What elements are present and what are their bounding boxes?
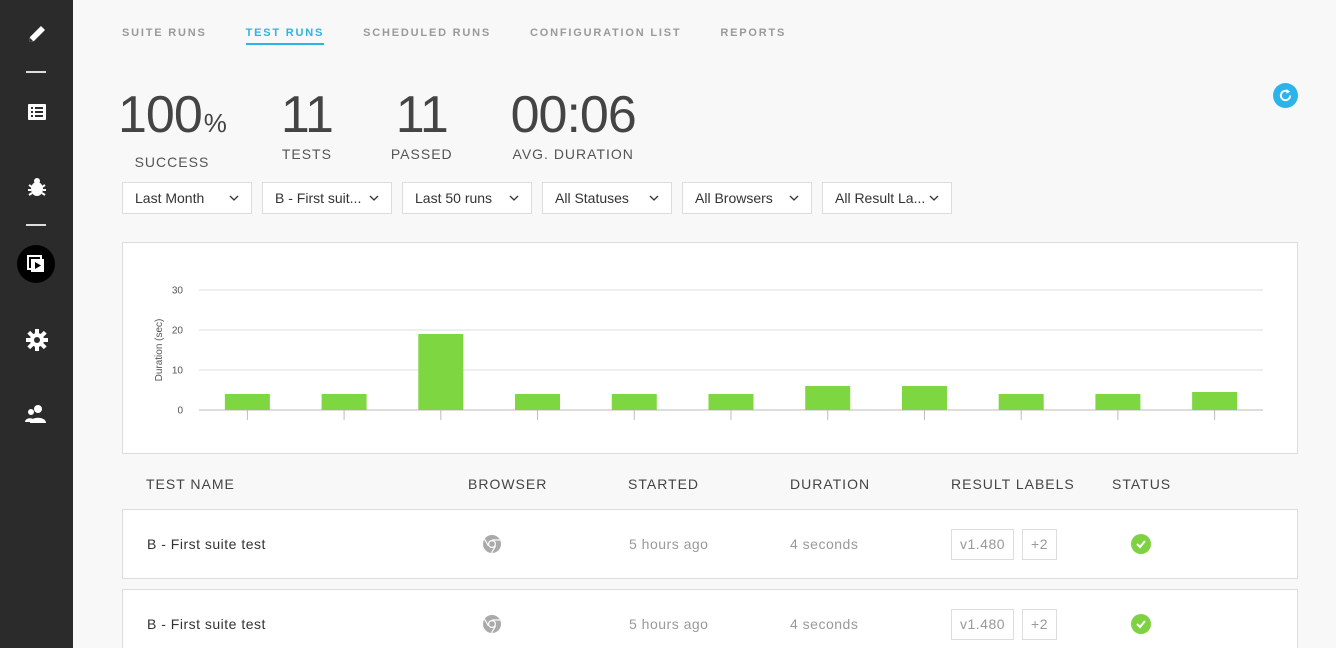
table-row[interactable]: B - First suite test 5 hours ago 4 secon…: [122, 589, 1298, 648]
refresh-icon: [1279, 88, 1292, 102]
chart-bar: [1095, 394, 1141, 410]
chevron-down-icon: [649, 195, 659, 201]
chart-bar: [901, 386, 947, 410]
y-tick-label: 10: [172, 366, 184, 377]
tab-reports[interactable]: REPORTS: [720, 27, 786, 45]
chart-bar: [708, 394, 754, 410]
sidebar-divider: [26, 224, 46, 226]
filter-suite[interactable]: B - First suit...: [262, 182, 392, 214]
status-cell: [1131, 590, 1151, 648]
y-tick-label: 30: [172, 286, 184, 297]
header-test-name[interactable]: TEST NAME: [146, 476, 235, 492]
status-cell: [1131, 510, 1151, 578]
duration-chart-svg: 0 10 20 30 Duration (sec): [154, 286, 1263, 420]
duration-value: 4 seconds: [790, 616, 859, 632]
tab-configuration-list[interactable]: CONFIGURATION LIST: [530, 27, 681, 45]
test-name[interactable]: B - First suite test: [147, 510, 266, 578]
chart-bar: [998, 394, 1044, 410]
chrome-icon: [482, 510, 502, 578]
filter-label: Last 50 runs: [415, 190, 493, 206]
filter-run-count[interactable]: Last 50 runs: [402, 182, 532, 214]
result-labels: v1.480 +2: [951, 510, 1065, 578]
check-circle-icon: [1131, 534, 1151, 554]
top-nav: SUITE RUNS TEST RUNS SCHEDULED RUNS CONF…: [122, 27, 825, 45]
stat-tests-value: 11: [280, 86, 334, 144]
chart-bar: [515, 394, 561, 410]
chart-bar: [224, 394, 270, 410]
filter-label: Last Month: [135, 190, 205, 206]
chart-bar: [805, 386, 851, 410]
duration-chart: 0 10 20 30 Duration (sec): [122, 242, 1298, 454]
filters-bar: Last Month B - First suit... Last 50 run…: [122, 182, 962, 214]
y-tick-label: 0: [177, 406, 183, 417]
header-status[interactable]: STATUS: [1112, 476, 1171, 492]
filter-label: All Browsers: [695, 190, 773, 206]
test-name[interactable]: B - First suite test: [147, 590, 266, 648]
stats-summary: 100% SUCCESS 11 TESTS 11 PASSED 00:06 AV…: [118, 86, 691, 170]
chevron-down-icon: [229, 195, 239, 201]
filter-result-labels[interactable]: All Result La...: [822, 182, 952, 214]
stat-success-label: SUCCESS: [134, 154, 210, 170]
filter-browser[interactable]: All Browsers: [682, 182, 812, 214]
success-unit: %: [203, 108, 227, 138]
success-number: 100: [118, 86, 203, 144]
stat-tests-label: TESTS: [281, 146, 332, 162]
table-header: TEST NAME BROWSER STARTED DURATION RESUL…: [122, 476, 1298, 496]
refresh-button[interactable]: [1273, 83, 1298, 108]
stat-duration-label: AVG. DURATION: [512, 146, 634, 162]
duration-value: 4 seconds: [790, 536, 859, 552]
chevron-down-icon: [929, 195, 939, 201]
chevron-down-icon: [369, 195, 379, 201]
stat-success-value: 100%: [118, 86, 227, 152]
header-result-labels[interactable]: RESULT LABELS: [951, 476, 1075, 492]
filter-status[interactable]: All Statuses: [542, 182, 672, 214]
started-time: 5 hours ago: [629, 536, 709, 552]
header-duration[interactable]: DURATION: [790, 476, 870, 492]
filter-date-range[interactable]: Last Month: [122, 182, 252, 214]
bug-icon[interactable]: [0, 167, 73, 207]
users-icon[interactable]: [0, 394, 73, 434]
tab-test-runs[interactable]: TEST RUNS: [245, 27, 325, 45]
more-labels-chip[interactable]: +2: [1022, 608, 1058, 640]
stat-passed-value: 11: [395, 86, 449, 144]
started-time: 5 hours ago: [629, 616, 709, 632]
chevron-down-icon: [789, 195, 799, 201]
stat-duration: 00:06 AVG. DURATION: [510, 86, 637, 170]
pencil-icon[interactable]: [0, 14, 73, 54]
list-icon[interactable]: [0, 92, 73, 132]
stat-duration-value: 00:06: [510, 86, 637, 144]
header-started[interactable]: STARTED: [628, 476, 699, 492]
filter-label: B - First suit...: [275, 190, 362, 206]
chart-bar: [1192, 392, 1238, 410]
play-window-icon[interactable]: [17, 245, 55, 283]
y-axis-label: Duration (sec): [154, 319, 165, 382]
stat-passed: 11 PASSED: [391, 86, 453, 170]
more-labels-chip[interactable]: +2: [1022, 528, 1058, 560]
sidebar: [0, 0, 73, 648]
chart-bar: [611, 394, 657, 410]
chart-bar: [418, 334, 464, 410]
y-tick-label: 20: [172, 326, 184, 337]
chart-bar: [321, 394, 367, 410]
filter-label: All Result La...: [835, 190, 926, 206]
sidebar-divider: [26, 71, 46, 73]
chrome-icon: [482, 590, 502, 648]
stat-passed-label: PASSED: [390, 146, 453, 162]
result-labels: v1.480 +2: [951, 590, 1065, 648]
tab-scheduled-runs[interactable]: SCHEDULED RUNS: [363, 27, 491, 45]
tab-suite-runs[interactable]: SUITE RUNS: [122, 27, 207, 45]
stat-tests: 11 TESTS: [280, 86, 334, 170]
check-circle-icon: [1131, 614, 1151, 634]
result-label-chip[interactable]: v1.480: [951, 528, 1015, 560]
gear-icon[interactable]: [0, 320, 73, 360]
stat-success: 100% SUCCESS: [118, 86, 227, 170]
header-browser[interactable]: BROWSER: [468, 476, 547, 492]
chevron-down-icon: [509, 195, 519, 201]
filter-label: All Statuses: [555, 190, 629, 206]
result-label-chip[interactable]: v1.480: [951, 608, 1015, 640]
table-row[interactable]: B - First suite test 5 hours ago 4 secon…: [122, 509, 1298, 579]
